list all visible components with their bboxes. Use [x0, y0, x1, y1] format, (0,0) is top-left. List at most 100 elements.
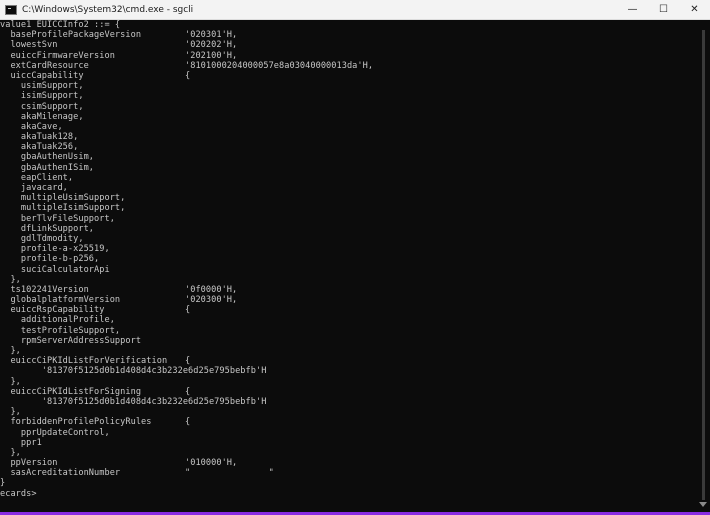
console-line-key: ts102241Version: [0, 284, 89, 295]
console-line-value: '8101000204000057e8a03040000013da'H,: [185, 60, 374, 71]
console-line-key: akaTuak256,: [0, 142, 79, 153]
console-line-key: ppr1: [0, 437, 42, 448]
console-line: lowestSvn '020202'H,: [0, 40, 696, 50]
console-line: javacard,: [0, 183, 696, 193]
console-line-key: profile-a-x25519,: [0, 244, 110, 255]
console-line-key: },: [0, 346, 21, 356]
console-line-key: profile-b-p256,: [0, 254, 100, 265]
console-line: akaCave,: [0, 122, 696, 132]
console-line-key: eapClient,: [0, 172, 74, 183]
console-line: akaTuak256,: [0, 142, 696, 152]
console-line: gbaAuthenUsim,: [0, 152, 696, 162]
console-line-key: gbaAuthenISim,: [0, 162, 95, 173]
console-line-value: '020301'H,: [185, 30, 238, 41]
console-line: sasAcreditationNumber " ": [0, 468, 696, 478]
console-line-key: akaCave,: [0, 121, 63, 132]
console-line-key: },: [0, 447, 21, 458]
console-line-key: globalplatformVersion: [0, 295, 121, 306]
console-line-key: }: [0, 478, 6, 489]
console-line-key: baseProfilePackageVersion: [0, 30, 142, 41]
vertical-scrollbar[interactable]: [696, 20, 710, 509]
console-line-key: },: [0, 376, 21, 387]
console-line-key: suciCalculatorApi: [0, 264, 110, 275]
console-line: euiccRspCapability {: [0, 305, 696, 315]
console-line: rpmServerAddressSupport: [0, 336, 696, 346]
console-line: additionalProfile,: [0, 315, 696, 325]
console-line-value: {: [185, 305, 191, 316]
console-app-icon: [5, 4, 17, 15]
console-line-value: {: [185, 356, 191, 367]
console-line-key: akaTuak128,: [0, 132, 79, 143]
console-line-value: '0f0000'H,: [185, 284, 238, 295]
console-line-value: '202100'H,: [185, 50, 238, 61]
console-line-key: forbiddenProfilePolicyRules: [0, 417, 152, 428]
console-line-key: berTlvFileSupport,: [0, 213, 115, 224]
console-line: uiccCapability {: [0, 71, 696, 81]
console-line-key: euiccRspCapability: [0, 305, 105, 316]
window-title: C:\Windows\System32\cmd.exe - sgcli: [22, 4, 194, 15]
console-line-key: testProfileSupport,: [0, 325, 121, 336]
console-line-key: javacard,: [0, 183, 68, 193]
console-output[interactable]: value1 EUICCInfo2 ::= { baseProfilePacka…: [0, 20, 696, 509]
console-line: },: [0, 377, 696, 387]
console-line: euiccCiPKIdListForSigning {: [0, 387, 696, 397]
console-line: baseProfilePackageVersion '020301'H,: [0, 30, 696, 40]
console-line-key: gdlTdmodity,: [0, 233, 84, 244]
console-line-key: csimSupport,: [0, 101, 84, 112]
console-line-key: rpmServerAddressSupport: [0, 335, 142, 346]
console-line: csimSupport,: [0, 102, 696, 112]
console-line: ts102241Version '0f0000'H,: [0, 285, 696, 295]
console-line-key: extCardResource: [0, 60, 89, 71]
console-line: '81370f5125d0b1d408d4c3b232e6d25e795bebf…: [0, 366, 696, 376]
console-line-key: dfLinkSupport,: [0, 223, 95, 234]
console-line-key: multipleIsimSupport,: [0, 203, 126, 214]
console-line-key: akaMilenage,: [0, 111, 84, 122]
maximize-button[interactable]: ☐: [648, 0, 679, 19]
console-line-key: sasAcreditationNumber: [0, 468, 121, 479]
console-line: },: [0, 346, 696, 356]
console-line-key: multipleUsimSupport,: [0, 193, 126, 204]
console-line: akaMilenage,: [0, 112, 696, 122]
console-line-value: {: [185, 386, 191, 397]
console-line: extCardResource '8101000204000057e8a03040…: [0, 61, 696, 71]
scrollbar-thumb[interactable]: [702, 30, 705, 500]
console-line-key: uiccCapability: [0, 70, 84, 81]
console-line: ppVersion '010000'H,: [0, 458, 696, 468]
console-line: gdlTdmodity,: [0, 234, 696, 244]
console-line-value: '020202'H,: [185, 40, 238, 51]
console-line: eapClient,: [0, 173, 696, 183]
console-line-key: ecards>: [0, 488, 37, 499]
console-line: }: [0, 478, 696, 488]
cmd-window: C:\Windows\System32\cmd.exe - sgcli — ☐ …: [0, 0, 710, 515]
console-line: multipleUsimSupport,: [0, 193, 696, 203]
console-line: '81370f5125d0b1d408d4c3b232e6d25e795bebf…: [0, 397, 696, 407]
console-line: pprUpdateControl,: [0, 428, 696, 438]
console-line-key: ppVersion: [0, 458, 58, 469]
console-line: ecards>: [0, 489, 696, 499]
console-line-key: pprUpdateControl,: [0, 427, 110, 438]
console-line-value: {: [185, 70, 191, 81]
scroll-down-arrow-icon[interactable]: [699, 502, 707, 507]
console-line-key: euiccFirmwareVersion: [0, 50, 115, 61]
title-bar[interactable]: C:\Windows\System32\cmd.exe - sgcli — ☐ …: [0, 0, 710, 20]
close-button[interactable]: ✕: [679, 0, 710, 19]
console-line: },: [0, 275, 696, 285]
console-line-key: '81370f5125d0b1d408d4c3b232e6d25e795bebf…: [0, 366, 267, 377]
console-line-value: {: [185, 417, 191, 428]
console-line: usimSupport,: [0, 81, 696, 91]
console-line: profile-b-p256,: [0, 254, 696, 264]
console-line-key: isimSupport,: [0, 91, 84, 102]
console-line-key: },: [0, 407, 21, 418]
console-line: globalplatformVersion '020300'H,: [0, 295, 696, 305]
console-line-key: gbaAuthenUsim,: [0, 152, 95, 163]
console-line: gbaAuthenISim,: [0, 163, 696, 173]
console-line-value: " ": [185, 468, 274, 479]
console-line-key: value1 EUICCInfo2 ::= {: [0, 20, 121, 30]
console-line: dfLinkSupport,: [0, 224, 696, 234]
console-line: euiccCiPKIdListForVerification {: [0, 356, 696, 366]
console-line-key: '81370f5125d0b1d408d4c3b232e6d25e795bebf…: [0, 396, 267, 407]
console-line: euiccFirmwareVersion '202100'H,: [0, 51, 696, 61]
minimize-button[interactable]: —: [617, 0, 648, 19]
console-line: },: [0, 448, 696, 458]
console-line: akaTuak128,: [0, 132, 696, 142]
